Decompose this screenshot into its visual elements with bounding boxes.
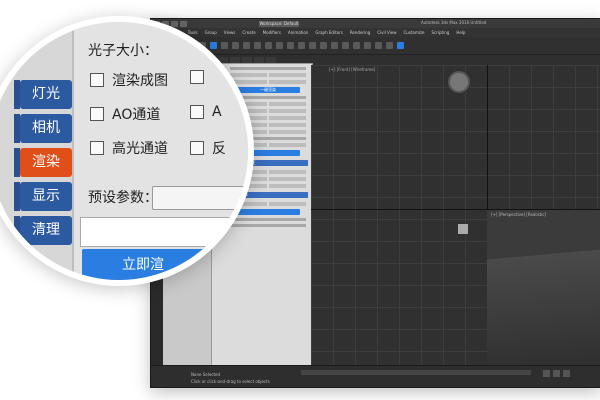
render-icon[interactable] <box>397 42 404 49</box>
menu-civil-view[interactable]: Civil View <box>377 30 396 35</box>
checkbox-reflect-pass[interactable]: 反 <box>190 138 226 158</box>
checkbox-label: AO通道 <box>112 107 161 123</box>
angle-snap-icon[interactable] <box>287 42 294 49</box>
checkbox-box[interactable] <box>190 141 204 155</box>
checkbox-specular-pass[interactable]: 高光通道 <box>90 138 168 158</box>
checkbox-label: 渲染成图 <box>112 73 168 89</box>
tab-edge <box>14 216 20 245</box>
next-frame-icon[interactable] <box>563 370 570 377</box>
menu-scripting[interactable]: Scripting <box>432 30 450 35</box>
tab-edge <box>14 80 20 109</box>
play-icon[interactable] <box>553 370 560 377</box>
mag-tab-light[interactable]: 灯光 <box>14 80 72 109</box>
photon-size-label: 光子大小： <box>88 43 158 59</box>
status-bar: None Selected Click or click-and-drag to… <box>151 365 600 387</box>
prompt-line: Click or click-and-drag to select object… <box>191 379 270 384</box>
prev-frame-icon[interactable] <box>543 370 550 377</box>
menu-help[interactable]: Help <box>456 30 465 35</box>
mag-tab-display[interactable]: 显示 <box>14 182 72 211</box>
preset-select[interactable] <box>152 186 248 210</box>
checkbox-ao-pass[interactable]: AO通道 <box>90 104 160 124</box>
mag-tab-label: 显示 <box>32 188 60 204</box>
render-now-button[interactable]: 立即渲 <box>82 249 242 280</box>
mag-tab-camera[interactable]: 相机 <box>14 114 72 143</box>
curve-editor-icon[interactable] <box>342 42 349 49</box>
menu-modifiers[interactable]: Modifiers <box>263 30 281 35</box>
checkbox-box[interactable] <box>190 70 204 84</box>
checkbox-box[interactable] <box>90 73 104 87</box>
viewcube-icon[interactable] <box>448 71 470 93</box>
rotate-icon[interactable] <box>254 42 261 49</box>
checkbox-box[interactable] <box>190 105 204 119</box>
layer-icon[interactable] <box>331 42 338 49</box>
workspace-selector[interactable]: Workspace: Default <box>259 20 299 27</box>
checkbox-label: 反 <box>212 141 226 157</box>
menu-customize[interactable]: Customize <box>404 30 425 35</box>
mag-tab-render[interactable]: 渲染 <box>14 148 72 177</box>
snap-icon[interactable] <box>276 42 283 49</box>
menu-rendering[interactable]: Rendering <box>350 30 370 35</box>
checkbox-a-pass[interactable]: A <box>190 104 222 120</box>
mag-tab-label: 相机 <box>32 120 60 136</box>
material-editor-icon[interactable] <box>364 42 371 49</box>
mag-tab-clean[interactable]: 清理 <box>14 216 72 245</box>
mag-tab-label: 清理 <box>32 222 60 238</box>
tab-edge <box>14 182 20 211</box>
checkbox-unlabeled[interactable] <box>190 70 204 84</box>
preset-label: 预设参数： <box>88 190 158 206</box>
perspective-viewport[interactable] <box>487 210 600 365</box>
magnifier-lens: 灯光 相机 渲染 显示 清理 光子大小： 渲染成图 AO通道 A 高光通道 反 … <box>0 22 248 280</box>
checkbox-render-image[interactable]: 渲染成图 <box>90 70 168 90</box>
menu-graph-editors[interactable]: Graph Editors <box>315 30 342 35</box>
time-slider[interactable] <box>301 370 531 375</box>
tab-edge <box>14 114 20 143</box>
checkbox-box[interactable] <box>90 107 104 121</box>
checkbox-box[interactable] <box>90 141 104 155</box>
mag-divider <box>72 22 74 280</box>
mag-tab-label: 渲染 <box>32 154 60 170</box>
preset-input[interactable] <box>80 217 242 247</box>
schematic-icon[interactable] <box>353 42 360 49</box>
tab-edge <box>14 148 20 177</box>
playback-controls <box>543 370 570 377</box>
viewport-label-perspective[interactable]: [+] [Perspective] [Realistic] <box>491 212 546 217</box>
percent-snap-icon[interactable] <box>298 42 305 49</box>
checkbox-label: A <box>212 104 222 120</box>
checkbox-label: 高光通道 <box>112 141 168 157</box>
render-setup-icon[interactable] <box>375 42 382 49</box>
scale-icon[interactable] <box>265 42 272 49</box>
viewcube-small-icon[interactable] <box>458 224 468 234</box>
mirror-icon[interactable] <box>309 42 316 49</box>
viewport-label-front[interactable]: [+] [Front] [Wireframe] <box>329 67 375 72</box>
menu-animation[interactable]: Animation <box>288 30 308 35</box>
mag-tab-label: 灯光 <box>32 86 60 102</box>
window-title: Autodesk 3ds Max 2016 Untitled <box>421 20 487 25</box>
render-frame-icon[interactable] <box>386 42 393 49</box>
selection-status: None Selected <box>191 372 221 377</box>
align-icon[interactable] <box>320 42 327 49</box>
